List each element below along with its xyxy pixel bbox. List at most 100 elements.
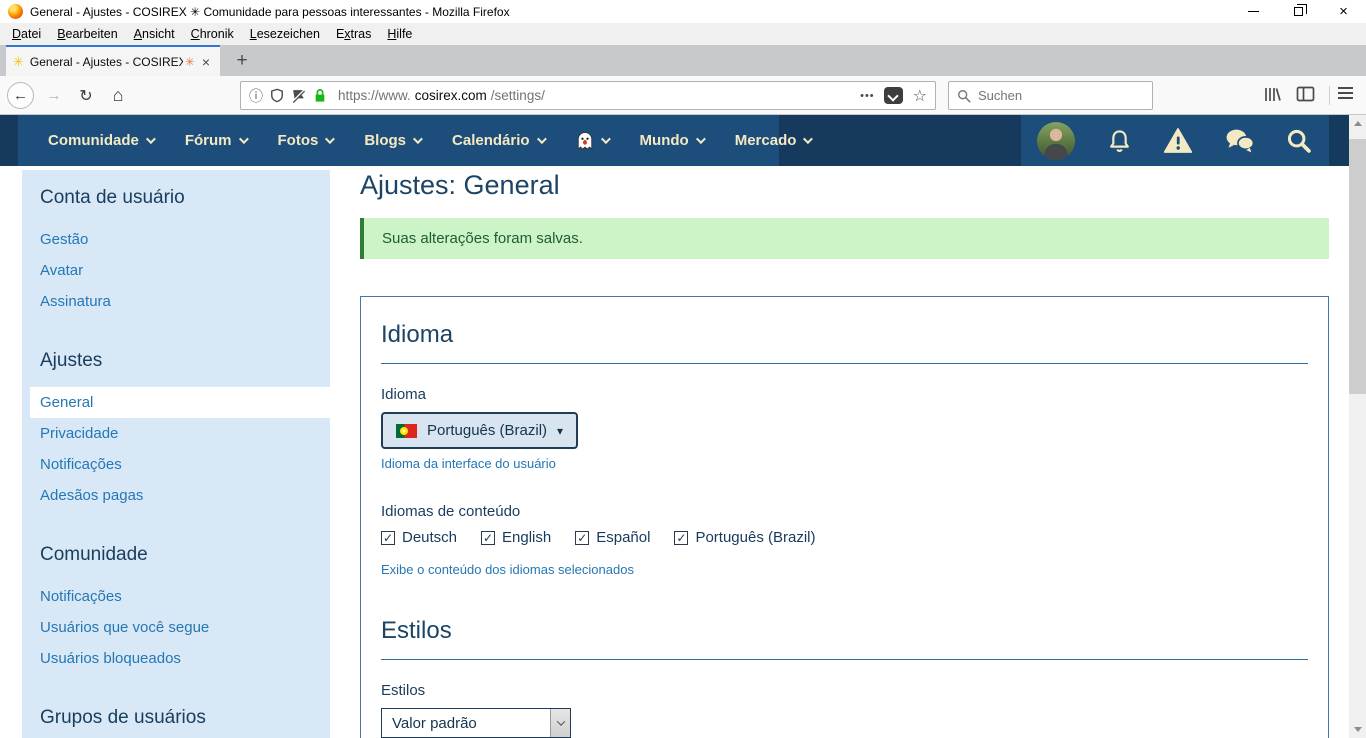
menu-datei[interactable]: Datei	[4, 24, 49, 44]
page-scrollbar[interactable]	[1349, 115, 1366, 738]
sidebar-item-adesaos-pagas[interactable]: Adesãos pagas	[22, 480, 330, 511]
chevron-down-icon	[696, 134, 706, 144]
alerts-warning-icon[interactable]	[1163, 127, 1193, 154]
forward-button[interactable]: →	[41, 82, 67, 109]
chevron-down-icon	[556, 717, 564, 725]
checkbox-english[interactable]: ✓ English	[481, 529, 551, 546]
menu-chronik[interactable]: Chronik	[183, 24, 242, 44]
settings-sidebar: Conta de usuário Gestão Avatar Assinatur…	[22, 170, 330, 738]
sidebar-section-title: Comunidade	[22, 543, 330, 567]
sidebar-section-title: Conta de usuário	[22, 186, 330, 210]
url-protocol: https://www.	[338, 88, 411, 103]
sidebar-item-avatar[interactable]: Avatar	[22, 255, 330, 286]
shield-icon[interactable]	[270, 88, 284, 103]
checkbox-espanol[interactable]: ✓ Español	[575, 529, 650, 546]
tab-favicon-star-icon: ✳	[13, 54, 24, 70]
minimize-button[interactable]	[1231, 0, 1276, 23]
ghost-icon	[576, 131, 594, 151]
lock-icon[interactable]	[313, 88, 327, 103]
nav-item-mercado[interactable]: Mercado	[719, 115, 827, 166]
conversations-chat-icon[interactable]	[1224, 128, 1255, 154]
nav-item-fotos[interactable]: Fotos	[262, 115, 349, 166]
search-input[interactable]	[978, 88, 1128, 103]
hamburger-menu-button[interactable]	[1338, 84, 1353, 102]
content-languages-row: ✓ Deutsch ✓ English ✓ Español ✓ Portuguê…	[381, 529, 1308, 546]
minimize-icon	[1248, 11, 1259, 12]
nav-item-forum[interactable]: Fórum	[169, 115, 262, 166]
sidebar-item-general[interactable]: General	[30, 387, 330, 418]
nav-item-comunidade[interactable]: Comunidade	[32, 115, 169, 166]
menu-bearbeiten[interactable]: Bearbeiten	[49, 24, 125, 44]
chevron-down-icon	[803, 134, 813, 144]
nav-item-calendario[interactable]: Calendário	[436, 115, 560, 166]
alert-message: Suas alterações foram salvas.	[382, 230, 583, 247]
section-divider	[381, 659, 1308, 660]
pocket-icon[interactable]	[884, 87, 903, 104]
tab-bar: ✳ General - Ajustes - COSIREX ✳ × +	[0, 45, 1366, 76]
scrollbar-thumb[interactable]	[1349, 139, 1366, 394]
home-button[interactable]: ⌂	[105, 82, 131, 109]
nav-item-blogs[interactable]: Blogs	[348, 115, 436, 166]
new-tab-button[interactable]: +	[228, 47, 256, 74]
url-bar[interactable]: ⓘ https://www. cosirex.com /settings/ ••…	[240, 81, 936, 110]
language-dropdown-button[interactable]: Português (Brazil) ▾	[381, 412, 578, 449]
checkbox-portugues-brazil[interactable]: ✓ Português (Brazil)	[674, 529, 815, 546]
menu-hilfe[interactable]: Hilfe	[379, 24, 420, 44]
language-help-link[interactable]: Idioma da interface do usuário	[381, 456, 556, 471]
user-avatar[interactable]	[1037, 122, 1075, 160]
content-languages-help-link[interactable]: Exibe o conteúdo dos idiomas selecionado…	[381, 562, 634, 577]
close-button[interactable]: ×	[1321, 0, 1366, 23]
notifications-bell-icon[interactable]	[1106, 127, 1133, 155]
reload-button[interactable]: ↻	[73, 82, 99, 109]
search-icon	[957, 89, 971, 103]
firefox-window: General - Ajustes - COSIREX ✳ Comunidade…	[0, 0, 1366, 738]
search-bar[interactable]	[948, 81, 1153, 110]
sidebar-item-notificacoes[interactable]: Notificações	[22, 449, 330, 480]
sidebar-item-gestao[interactable]: Gestão	[22, 224, 330, 255]
styles-select[interactable]: Valor padrão	[381, 708, 571, 738]
menu-lesezeichen[interactable]: Lesezeichen	[242, 24, 328, 44]
success-alert: Suas alterações foram salvas.	[360, 218, 1329, 259]
restore-button[interactable]	[1276, 0, 1321, 23]
restore-icon	[1294, 7, 1303, 16]
caret-down-icon: ▾	[557, 424, 563, 438]
checkbox-checked-icon[interactable]: ✓	[481, 531, 495, 545]
sidebar-toggle-button[interactable]	[1295, 84, 1316, 104]
portugal-flag-icon	[396, 424, 417, 438]
active-tab[interactable]: ✳ General - Ajustes - COSIREX ✳ ×	[6, 45, 220, 76]
checkbox-checked-icon[interactable]: ✓	[575, 531, 589, 545]
menu-extras[interactable]: Extras	[328, 24, 379, 44]
nav-item-ghost[interactable]	[560, 115, 624, 166]
window-title: General - Ajustes - COSIREX ✳ Comunidade…	[30, 5, 510, 19]
checkbox-deutsch[interactable]: ✓ Deutsch	[381, 529, 457, 546]
sidebar-item-privacidade[interactable]: Privacidade	[22, 418, 330, 449]
checkbox-checked-icon[interactable]: ✓	[381, 531, 395, 545]
bookmark-star-icon[interactable]: ☆	[913, 86, 927, 106]
settings-main: Ajustes: General Suas alterações foram s…	[360, 168, 1329, 738]
selected-language: Português (Brazil)	[427, 422, 547, 439]
url-path: /settings/	[491, 88, 545, 103]
site-search-icon[interactable]	[1285, 127, 1313, 155]
blocked-content-icon[interactable]	[291, 89, 306, 103]
page-info-icon[interactable]: ⓘ	[249, 86, 263, 106]
tab-close-icon[interactable]: ×	[199, 54, 213, 70]
sidebar-item-usuarios-bloqueados[interactable]: Usuários bloqueados	[22, 643, 330, 674]
sidebar-item-assinatura[interactable]: Assinatura	[22, 286, 330, 317]
scroll-up-icon[interactable]	[1349, 115, 1366, 132]
site-navbar: Comunidade Fórum Fotos Blogs Calendário …	[0, 115, 1349, 166]
sidebar-item-usuarios-que-voce-segue[interactable]: Usuários que você segue	[22, 612, 330, 643]
sidebar-item-notificacoes-comunidade[interactable]: Notificações	[22, 581, 330, 612]
back-button[interactable]: ←	[7, 82, 34, 109]
select-dropdown-button[interactable]	[550, 709, 570, 737]
menu-ansicht[interactable]: Ansicht	[126, 24, 183, 44]
checkbox-checked-icon[interactable]: ✓	[674, 531, 688, 545]
section-heading-estilos: Estilos	[381, 617, 1308, 645]
window-titlebar: General - Ajustes - COSIREX ✳ Comunidade…	[0, 0, 1366, 23]
scroll-down-icon[interactable]	[1349, 721, 1366, 738]
browser-toolbar: ← → ↻ ⌂ ⓘ https://www. cosirex.com /sett…	[0, 76, 1366, 115]
nav-item-mundo[interactable]: Mundo	[624, 115, 719, 166]
library-button[interactable]	[1262, 84, 1282, 104]
field-label-idioma: Idioma	[381, 386, 1308, 403]
page-actions-icon[interactable]: •••	[860, 90, 875, 102]
section-divider	[381, 363, 1308, 364]
